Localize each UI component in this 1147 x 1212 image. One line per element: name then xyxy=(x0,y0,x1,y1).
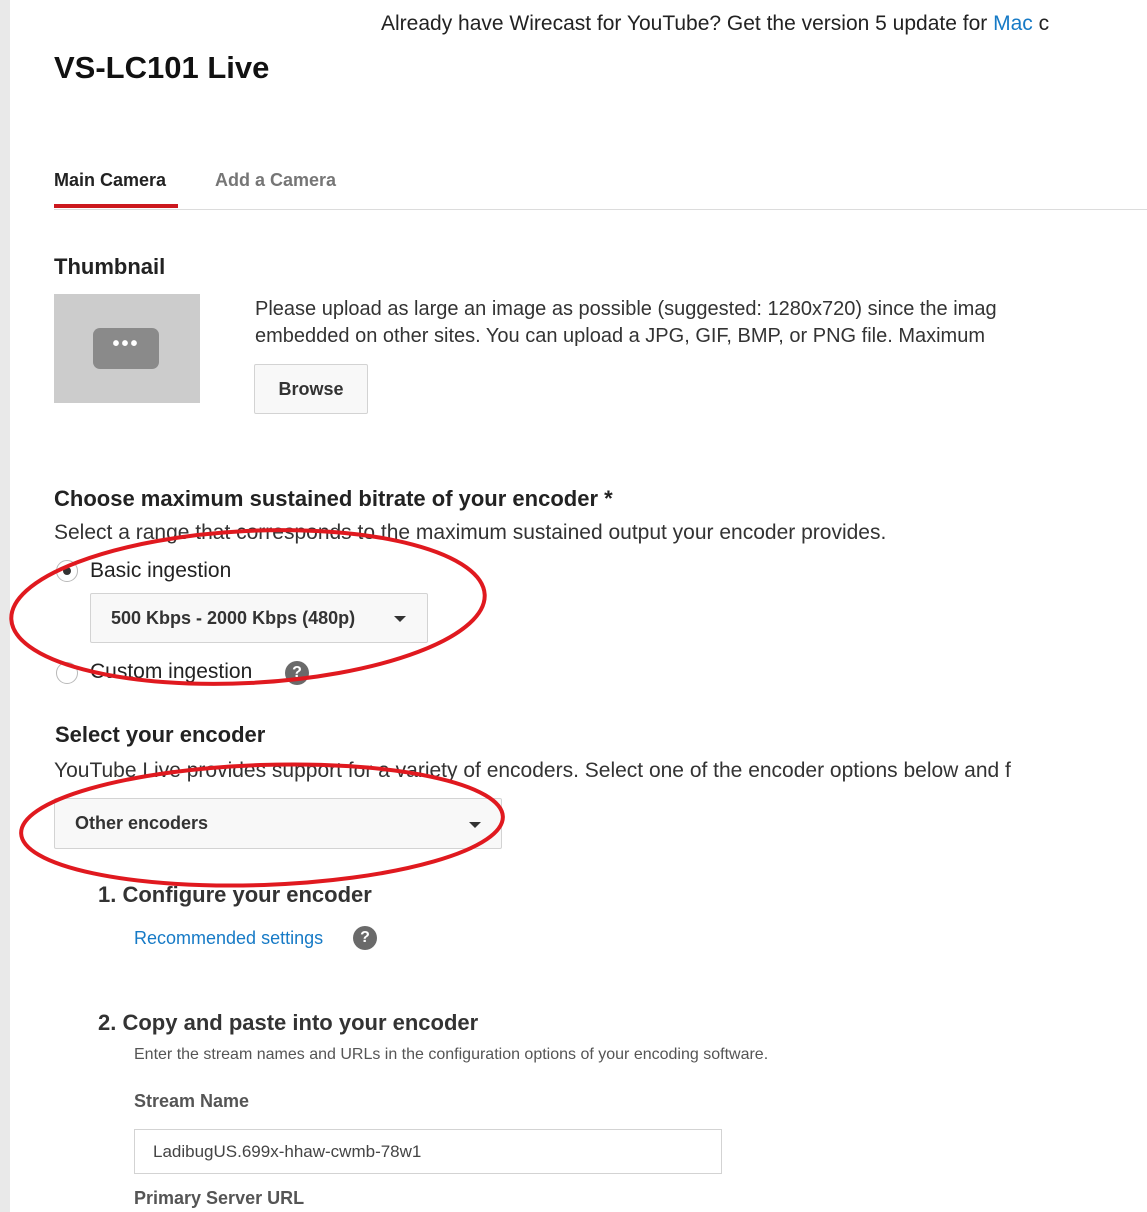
step-number: 2. xyxy=(98,1010,117,1035)
bitrate-range-dropdown[interactable]: 500 Kbps - 2000 Kbps (480p) xyxy=(90,593,428,643)
bitrate-heading: Choose maximum sustained bitrate of your… xyxy=(54,486,613,511)
bitrate-description: Select a range that corresponds to the m… xyxy=(54,521,887,544)
encoder-description: YouTube Live provides support for a vari… xyxy=(54,759,1011,782)
active-tab-indicator xyxy=(54,204,178,208)
promo-text: Already have Wirecast for YouTube? Get t… xyxy=(381,12,988,35)
left-border xyxy=(0,0,10,1212)
step-copy-paste: 2. Copy and paste into your encoder xyxy=(98,1010,478,1036)
thumbnail-description-line2: embedded on other sites. You can upload … xyxy=(255,325,985,347)
primary-server-url-label: Primary Server URL xyxy=(134,1188,305,1208)
custom-ingestion-radio[interactable] xyxy=(56,662,78,684)
stream-name-field[interactable] xyxy=(134,1129,722,1174)
more-icon: ••• xyxy=(93,328,159,369)
encoder-dropdown[interactable]: Other encoders xyxy=(54,798,502,849)
stream-name-label: Stream Name xyxy=(134,1091,250,1111)
basic-ingestion-label[interactable]: Basic ingestion xyxy=(90,559,231,583)
step-configure-encoder: 1. Configure your encoder xyxy=(98,882,372,908)
thumbnail-description: Please upload as large an image as possi… xyxy=(255,296,997,350)
dropdown-arrow-icon xyxy=(469,822,481,828)
promo-trailing: c xyxy=(1038,12,1050,35)
thumbnail-description-line1: Please upload as large an image as possi… xyxy=(255,298,997,320)
wirecast-promo: Already have Wirecast for YouTube? Get t… xyxy=(381,12,1049,36)
recommended-settings-link[interactable]: Recommended settings xyxy=(134,928,323,949)
encoder-selected-value: Other encoders xyxy=(75,813,209,833)
dropdown-arrow-icon xyxy=(394,616,406,622)
step-copy-paste-description: Enter the stream names and URLs in the c… xyxy=(134,1046,769,1063)
encoder-heading: Select your encoder xyxy=(55,722,266,747)
step-title: Copy and paste into your encoder xyxy=(122,1010,479,1035)
step-number: 1. xyxy=(98,882,117,907)
help-icon[interactable]: ? xyxy=(353,926,377,950)
custom-ingestion-label[interactable]: Custom ingestion xyxy=(90,660,252,684)
tabs-divider xyxy=(54,209,1147,210)
page-title: VS-LC101 Live xyxy=(54,50,270,85)
thumbnail-preview: ••• xyxy=(54,294,200,403)
bitrate-range-value: 500 Kbps - 2000 Kbps (480p) xyxy=(111,608,356,628)
basic-ingestion-radio[interactable] xyxy=(56,560,78,582)
thumbnail-heading: Thumbnail xyxy=(54,254,166,279)
tab-add-camera[interactable]: Add a Camera xyxy=(215,170,336,191)
mac-link[interactable]: Mac xyxy=(993,12,1033,35)
help-icon[interactable]: ? xyxy=(285,661,309,685)
step-title: Configure your encoder xyxy=(122,882,372,907)
tab-main-camera[interactable]: Main Camera xyxy=(54,170,166,191)
browse-button[interactable]: Browse xyxy=(254,364,368,414)
